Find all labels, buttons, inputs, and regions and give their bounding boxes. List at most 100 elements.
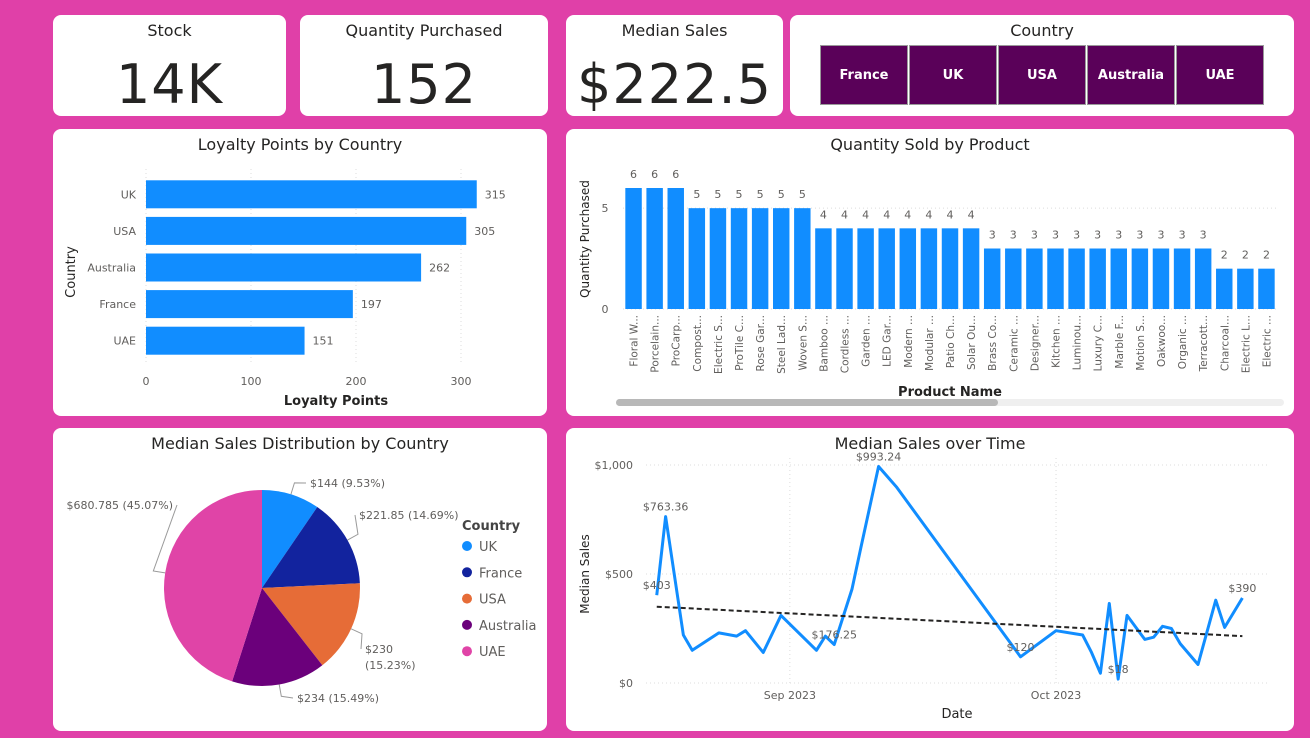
- quantity-card: Quantity Purchased 152: [300, 15, 548, 116]
- loyalty-card: Loyalty Points by Country Country Loyalt…: [53, 129, 547, 416]
- loyalty-data-label: 151: [313, 335, 334, 348]
- qty-category-label: Floral W...: [629, 315, 641, 367]
- qty-bar[interactable]: [730, 208, 748, 309]
- qty-data-label: 3: [1031, 229, 1038, 242]
- qty-bar[interactable]: [688, 208, 706, 309]
- qty-bar[interactable]: [667, 188, 684, 309]
- qty-chart: Quantity Purchased Product Name 0 5 6 Flora…: [578, 168, 1277, 400]
- pie-legend-label[interactable]: Australia: [479, 619, 537, 634]
- qty-bar[interactable]: [1047, 248, 1064, 310]
- qty-category-label: Motion S...: [1135, 315, 1147, 371]
- line-xlabel: Date: [941, 707, 972, 722]
- pie-data-label: $221.85 (14.69%): [359, 509, 459, 522]
- line-data-label: $18: [1108, 663, 1129, 676]
- qty-bar[interactable]: [1152, 248, 1170, 310]
- qty-bar[interactable]: [899, 228, 917, 309]
- qty-bar[interactable]: [1110, 248, 1128, 310]
- qty-bar[interactable]: [794, 208, 811, 309]
- qty-category-label: Woven S...: [797, 315, 809, 371]
- pie-legend-label[interactable]: UAE: [479, 645, 506, 660]
- qty-bar[interactable]: [941, 228, 959, 309]
- pie-leader-line: [278, 684, 294, 699]
- qty-data-label: 2: [1263, 249, 1270, 262]
- qty-bar[interactable]: [1089, 248, 1106, 310]
- line-xtick: Sep 2023: [764, 689, 816, 702]
- qty-ytick: 5: [602, 202, 609, 215]
- loyalty-bar[interactable]: [146, 180, 477, 209]
- qty-bar[interactable]: [751, 208, 769, 309]
- qty-bar[interactable]: [646, 188, 663, 309]
- qty-bar[interactable]: [1237, 268, 1254, 309]
- qty-bar[interactable]: [1131, 248, 1149, 310]
- qty-bar[interactable]: [983, 248, 1001, 310]
- line-data-label: $403: [643, 579, 671, 592]
- loyalty-category-label: Australia: [87, 262, 136, 275]
- qty-data-label: 3: [1179, 229, 1186, 242]
- loyalty-bar[interactable]: [146, 216, 467, 245]
- qty-bar[interactable]: [878, 228, 895, 309]
- qty-data-label: 5: [736, 188, 743, 201]
- qty-data-label: 4: [925, 208, 932, 221]
- qty-data-label: 4: [841, 208, 848, 221]
- pie-legend-marker: [462, 567, 472, 578]
- loyalty-xtick: 300: [451, 375, 472, 388]
- horizontal-scrollbar[interactable]: [616, 399, 1284, 406]
- qty-bar[interactable]: [1173, 248, 1191, 310]
- qty-category-label: Designer...: [1029, 315, 1041, 371]
- qty-category-label: Luxury C...: [1093, 315, 1105, 371]
- qty-bar[interactable]: [1005, 248, 1022, 310]
- scrollbar-thumb[interactable]: [616, 399, 998, 406]
- qty-data-label: 3: [1073, 229, 1080, 242]
- qty-category-label: Marble F...: [1114, 315, 1126, 369]
- qty-bar[interactable]: [625, 188, 642, 309]
- loyalty-bar[interactable]: [146, 326, 305, 355]
- qty-bar[interactable]: [962, 228, 980, 309]
- qty-bar[interactable]: [1026, 248, 1043, 310]
- slicer-option-uae[interactable]: UAE: [1176, 45, 1264, 105]
- slicer-option-uk[interactable]: UK: [909, 45, 997, 105]
- qty-category-label: Charcoal...: [1219, 315, 1231, 371]
- qty-bar[interactable]: [1194, 248, 1212, 310]
- line-data-label: $763.36: [643, 501, 689, 514]
- qty-category-label: Bamboo ...: [818, 315, 830, 372]
- loyalty-data-label: 305: [474, 225, 495, 238]
- qty-category-label: Cordless ...: [840, 315, 852, 373]
- slicer-option-france[interactable]: France: [820, 45, 908, 105]
- slicer-option-usa[interactable]: USA: [998, 45, 1086, 105]
- qty-bar[interactable]: [857, 228, 874, 309]
- line-data-label: $390: [1228, 582, 1256, 595]
- qty-bar[interactable]: [1068, 248, 1085, 310]
- loyalty-bar[interactable]: [146, 253, 422, 282]
- median-sales-line[interactable]: [655, 464, 1244, 681]
- qty-data-label: 4: [947, 208, 954, 221]
- qty-category-label: Ceramic ...: [1008, 315, 1020, 372]
- pie-legend-label[interactable]: France: [479, 566, 522, 581]
- qty-category-label: Patio Ch...: [945, 315, 957, 368]
- qty-ylabel: Quantity Purchased: [578, 180, 592, 298]
- qty-data-label: 3: [1157, 229, 1164, 242]
- qty-bar[interactable]: [772, 208, 790, 309]
- loyalty-xtick: 100: [241, 375, 262, 388]
- qty-bar[interactable]: [709, 208, 727, 309]
- qty-ytick: 0: [602, 303, 609, 316]
- qty-category-label: Compost...: [692, 315, 704, 372]
- qty-bar[interactable]: [836, 228, 853, 309]
- qty-bar[interactable]: [1258, 268, 1275, 309]
- qty-category-label: Terracott...: [1198, 315, 1210, 372]
- loyalty-category-label: France: [99, 298, 136, 311]
- pie-legend-marker: [462, 593, 472, 604]
- pie-legend-marker: [462, 619, 472, 630]
- loyalty-chart: Country Loyalty Points 0 100 200 300 UK 315 US…: [64, 169, 506, 409]
- loyalty-bar[interactable]: [146, 290, 353, 319]
- slicer-option-australia[interactable]: Australia: [1087, 45, 1175, 105]
- slicer-title: Country: [1010, 21, 1074, 40]
- qty-category-label: Solar Ou...: [966, 315, 978, 370]
- qty-bar[interactable]: [1216, 268, 1233, 309]
- loyalty-xlabel: Loyalty Points: [284, 394, 389, 409]
- stock-card: Stock 14K: [53, 15, 286, 116]
- pie-legend-label[interactable]: UK: [479, 540, 498, 555]
- qty-bar[interactable]: [920, 228, 938, 309]
- qty-data-label: 3: [1115, 229, 1122, 242]
- pie-legend-label[interactable]: USA: [479, 593, 506, 608]
- qty-bar[interactable]: [815, 228, 832, 309]
